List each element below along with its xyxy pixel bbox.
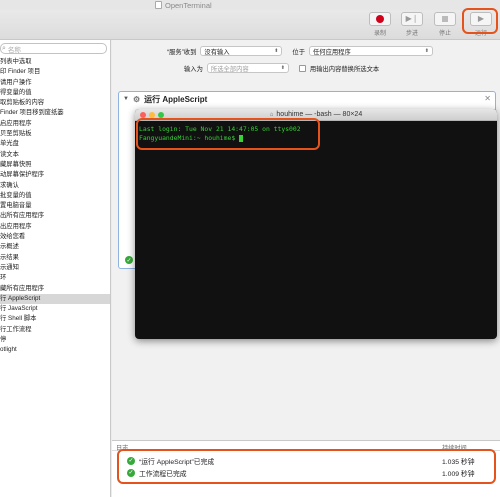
sidebar-action-item[interactable]: 效给您看: [0, 232, 110, 242]
chevron-updown-icon: ⬍: [280, 65, 285, 71]
log-duration: 1.035 秒钟: [442, 458, 475, 466]
sidebar-action-item[interactable]: 读文本: [0, 150, 110, 160]
search-field[interactable]: ⌕ 名称: [0, 43, 107, 54]
action-header[interactable]: ▼ ⚙ 运行 AppleScript: [119, 92, 495, 106]
step-icon: ▶❘: [405, 14, 419, 23]
sidebar-action-item[interactable]: 置电脑音量: [0, 201, 110, 211]
toolbar: 录制 ▶❘ 步进 停止 ▶ 运行: [0, 8, 500, 40]
step-label: 步进: [405, 31, 418, 37]
log-header: 日志 持续时间: [112, 441, 500, 452]
record-label: 录制: [373, 31, 386, 37]
sidebar-action-item[interactable]: 藏屏幕快照: [0, 160, 110, 170]
sidebar-action-item[interactable]: 停: [0, 335, 110, 345]
actions-sidebar: ⌕ 名称 列表中选取印 Finder 项目 请用户操作 得变量的值 取剪贴板的内容 Fi…: [0, 40, 111, 497]
document-icon: [155, 1, 162, 9]
replace-label: 用输出内容替换所选文本: [309, 65, 380, 73]
stop-icon: [442, 16, 448, 22]
sidebar-action-item[interactable]: 环: [0, 273, 110, 283]
window-titlebar: OpenTerminal: [0, 0, 500, 10]
sidebar-action-item[interactable]: 取剪贴板的内容: [0, 98, 110, 108]
window-title: OpenTerminal: [155, 0, 212, 10]
sidebar-action-item[interactable]: 求确认: [0, 181, 110, 191]
run-button[interactable]: ▶ 运行: [470, 12, 492, 37]
disclosure-triangle-icon[interactable]: ▼: [123, 96, 129, 102]
sidebar-action-item[interactable]: 单光盘: [0, 139, 110, 149]
sidebar-action-item[interactable]: 动屏幕保护程序: [0, 170, 110, 180]
home-folder-icon: ⌂: [269, 112, 274, 118]
terminal-prompt: FangyuandeMini:~ houhime$: [139, 134, 240, 142]
sidebar-action-item[interactable]: 出应用程序: [0, 222, 110, 232]
checkmark-icon: ✓: [125, 256, 133, 264]
log-text: 工作流程已完成: [139, 470, 187, 478]
in-value: 任何应用程序: [312, 48, 351, 56]
log-panel: 日志 持续时间 ✓ “运行 AppleScript”已完成 1.035 秒钟 ✓…: [112, 440, 500, 497]
replace-checkbox[interactable]: [298, 64, 306, 72]
action-title: 运行 AppleScript: [144, 94, 208, 104]
sidebar-action-item[interactable]: 藏所有应用程序: [0, 284, 110, 294]
action-list: 列表中选取印 Finder 项目 请用户操作 得变量的值 取剪贴板的内容 Finder …: [0, 57, 110, 356]
terminal-cursor: [239, 134, 244, 142]
log-column-header: 日志: [116, 445, 129, 452]
step-button[interactable]: ▶❘ 步进: [401, 12, 423, 37]
search-placeholder: 名称: [7, 46, 21, 54]
sidebar-action-item[interactable]: 行 Shell 脚本: [0, 314, 110, 324]
terminal-window[interactable]: ⌂ houhime — -bash — 80×24 Last login: Tue…: [135, 109, 497, 339]
input-row: 输入为 所选全部内容 ⬍ 用输出内容替换所选文本: [184, 63, 379, 73]
search-icon: ⌕: [2, 44, 6, 52]
log-row[interactable]: ✓ 工作流程已完成 1.009 秒钟: [112, 467, 500, 478]
sidebar-action-item[interactable]: 批变量的值: [0, 191, 110, 201]
stop-button[interactable]: 停止: [434, 12, 456, 37]
sidebar-action-item[interactable]: 行 JavaScript: [0, 304, 110, 314]
sidebar-action-item[interactable]: 示结果: [0, 253, 110, 263]
log-row[interactable]: ✓ “运行 AppleScript”已完成 1.035 秒钟: [112, 455, 500, 466]
chevron-updown-icon: ⬍: [274, 48, 279, 54]
sidebar-action-item[interactable]: 得变量的值: [0, 88, 110, 98]
sidebar-action-item[interactable]: 行工作流程: [0, 325, 110, 335]
sidebar-action-item[interactable]: 出所有应用程序: [0, 211, 110, 221]
sidebar-action-item[interactable]: otlight: [0, 345, 110, 355]
duration-column-header: 持续时间: [442, 445, 467, 452]
checkmark-icon: ✓: [127, 468, 135, 477]
checkmark-icon: ✓: [127, 456, 135, 465]
sidebar-action-item[interactable]: 示通知: [0, 263, 110, 273]
in-select[interactable]: 任何应用程序 ⬍: [308, 46, 433, 56]
log-text: “运行 AppleScript”已完成: [139, 458, 215, 466]
terminal-prompt-line: FangyuandeMini:~ houhime$: [139, 134, 493, 143]
window-title-text: OpenTerminal: [165, 0, 212, 10]
terminal-output[interactable]: Last login: Tue Nov 21 14:47:05 on ttys0…: [135, 121, 497, 147]
sidebar-action-item[interactable]: 列表中选取: [0, 57, 110, 67]
log-duration: 1.009 秒钟: [442, 470, 475, 478]
script-icon: ⚙: [132, 94, 141, 104]
sidebar-action-item[interactable]: 行 AppleScript: [0, 293, 110, 305]
record-button[interactable]: 录制: [369, 12, 391, 37]
sidebar-action-item[interactable]: 请用户操作: [0, 78, 110, 88]
terminal-line: Last login: Tue Nov 21 14:47:05 on ttys0…: [139, 125, 301, 133]
input-is-select[interactable]: 所选全部内容 ⬍: [206, 63, 289, 73]
terminal-titlebar[interactable]: ⌂ houhime — -bash — 80×24: [135, 109, 497, 121]
sidebar-action-item[interactable]: 启应用程序: [0, 119, 110, 129]
receives-label: “服务”收到: [167, 48, 197, 56]
input-is-value: 所选全部内容: [210, 65, 249, 73]
chevron-updown-icon: ⬍: [424, 48, 429, 54]
in-label: 位于: [292, 48, 305, 56]
sidebar-action-item[interactable]: 示概述: [0, 242, 110, 252]
sidebar-action-item[interactable]: Finder 项目移到废纸篓: [0, 108, 110, 118]
terminal-title-text: houhime — -bash — 80×24: [276, 111, 363, 118]
receives-value: 没有输入: [204, 48, 230, 56]
input-is-label: 输入为: [184, 65, 203, 73]
close-icon[interactable]: ✕: [484, 94, 491, 103]
terminal-title: ⌂ houhime — -bash — 80×24: [135, 109, 497, 121]
stop-label: 停止: [438, 31, 451, 37]
record-icon: [376, 15, 384, 23]
play-icon: ▶: [477, 14, 485, 23]
receives-select[interactable]: 没有输入 ⬍: [200, 46, 283, 56]
run-label: 运行: [474, 31, 487, 37]
receives-row: “服务”收到 没有输入 ⬍ 位于 任何应用程序 ⬍: [167, 46, 433, 56]
sidebar-action-item[interactable]: 贝至剪贴板: [0, 129, 110, 139]
sidebar-action-item[interactable]: 印 Finder 项目: [0, 67, 110, 77]
